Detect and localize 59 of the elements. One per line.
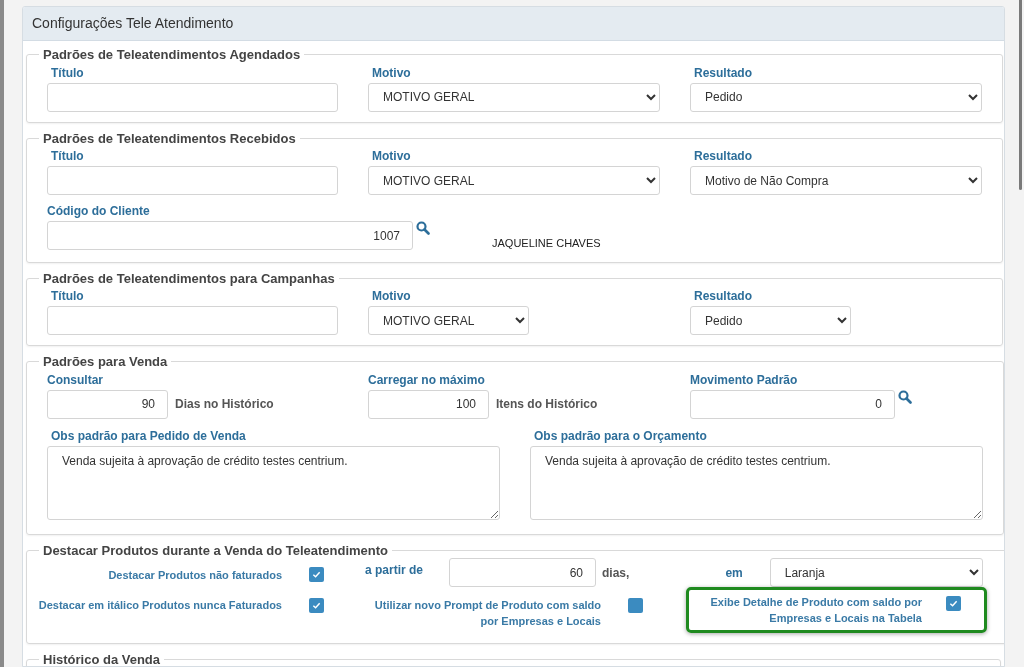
field-label: Resultado <box>693 288 753 304</box>
checkbox-label: Utilizar novo Prompt de Produto com saldo por Empresas e Locais <box>373 598 601 629</box>
checkbox-label: Destacar em itálico Produtos nunca Faturados <box>37 598 282 613</box>
section-legend: Padrões para Venda <box>39 352 172 372</box>
checkbox[interactable] <box>309 567 324 582</box>
section-legend: Padrões de Teleatendimentos Agendados <box>39 45 305 65</box>
checkbox-label: Exibe Detalhe de Produto com saldo por Empresas e Locais na Tabela <box>709 595 922 626</box>
field-label: a partir de <box>365 562 424 579</box>
text-field[interactable] <box>47 306 338 335</box>
field-label: Motivo <box>371 288 412 304</box>
field-suffix: Itens do Histórico <box>496 396 598 413</box>
field-label: Título <box>50 288 85 304</box>
checkbox[interactable] <box>946 596 961 611</box>
field-label: Obs padrão para Pedido de Venda <box>50 427 247 444</box>
dropdown[interactable]: MOTIVO GERAL <box>368 166 660 195</box>
text-field[interactable] <box>47 82 338 112</box>
text-area[interactable]: Venda sujeita à aprovação de crédito testes centrium. <box>530 445 983 520</box>
field-label: Título <box>50 148 85 164</box>
field-label: Obs padrão para o Orçamento <box>533 427 708 444</box>
dropdown[interactable]: MOTIVO GERAL <box>368 306 529 335</box>
field-label: Motivo <box>371 148 412 164</box>
panel-title: Configurações Tele Atendimento <box>32 14 234 33</box>
section-legend: Padrões de Teleatendimentos Recebidos <box>39 128 300 148</box>
field-label: Carregar no máximo <box>368 371 486 388</box>
text-field[interactable]: 1007 <box>47 221 413 250</box>
text-field[interactable]: 60 <box>449 558 597 587</box>
dropdown[interactable]: Laranja <box>769 558 983 587</box>
field-label: Consultar <box>47 371 104 388</box>
dropdown[interactable]: Pedido <box>690 82 982 112</box>
field-label: Resultado <box>693 148 753 164</box>
text-field[interactable]: 0 <box>690 389 895 419</box>
field-label: em <box>725 565 743 582</box>
checkbox[interactable] <box>309 598 324 613</box>
section-legend: Padrões de Teleatendimentos para Campanhas <box>39 268 339 288</box>
search-icon[interactable] <box>416 221 430 235</box>
text-field[interactable]: 90 <box>47 389 168 419</box>
checkmark-icon <box>312 570 321 579</box>
text-field[interactable] <box>47 166 338 195</box>
dropdown[interactable]: MOTIVO GERAL <box>368 82 660 112</box>
field-label: Motivo <box>371 64 412 81</box>
field-label: Movimento Padrão <box>690 371 799 388</box>
section-legend: Histórico da Venda <box>39 650 165 666</box>
field-label: Título <box>50 64 85 81</box>
checkmark-icon <box>949 599 958 608</box>
customer-name: JAQUELINE CHAVES <box>492 236 601 251</box>
search-icon[interactable] <box>898 389 912 404</box>
dropdown[interactable]: Pedido <box>690 306 851 335</box>
text-field[interactable]: 100 <box>368 389 489 419</box>
field-suffix: Dias no Histórico <box>175 396 274 413</box>
checkmark-icon <box>312 601 321 610</box>
checkbox-label: Destacar Produtos não faturados <box>107 568 282 583</box>
field-label: Código do Cliente <box>47 203 151 219</box>
checkbox[interactable] <box>628 598 643 613</box>
scrollbar[interactable] <box>1019 0 1022 190</box>
field-suffix: dias, <box>602 565 630 582</box>
section-legend: Destacar Produtos durante a Venda do Teleatendimento <box>39 540 393 560</box>
field-label: Resultado <box>693 64 753 81</box>
text-area[interactable]: Venda sujeita à aprovação de crédito testes centrium. <box>47 445 500 520</box>
dropdown[interactable]: Motivo de Não Compra <box>690 166 982 195</box>
